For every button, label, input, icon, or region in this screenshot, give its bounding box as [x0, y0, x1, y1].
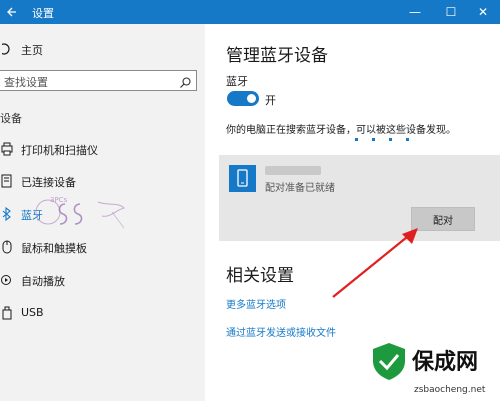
gear-icon	[0, 40, 14, 58]
sidebar-item-label: 自动播放	[21, 275, 65, 288]
phone-icon	[229, 165, 256, 192]
sidebar: 主页 查找设置 设备 打印机和扫描仪 已连接设备 蓝牙 鼠标和触摸板 自动播放 …	[0, 24, 205, 401]
sidebar-home[interactable]: 主页	[0, 40, 200, 58]
scanning-progress-dots	[355, 138, 425, 144]
sidebar-home-label: 主页	[21, 44, 43, 57]
device-status: 配对准备已就绪	[265, 183, 335, 194]
link-send-receive-files[interactable]: 通过蓝牙发送或接收文件	[226, 324, 336, 339]
sidebar-item-printers[interactable]: 打印机和扫描仪	[0, 137, 205, 161]
watermark-url: zsbaocheng.net	[414, 385, 486, 395]
maximize-button[interactable]: ☐	[434, 0, 468, 24]
watermark-text: 3PCs	[50, 196, 68, 204]
close-button[interactable]: ✕	[466, 0, 500, 24]
watermark-logo: 3PCs	[20, 192, 140, 234]
pair-button[interactable]: 配对	[411, 207, 475, 231]
minimize-button[interactable]: —	[398, 0, 432, 24]
page-title: 管理蓝牙设备	[226, 46, 328, 66]
sidebar-item-autoplay[interactable]: 自动播放	[0, 268, 205, 292]
search-placeholder: 查找设置	[4, 76, 48, 89]
link-more-bluetooth-options[interactable]: 更多蓝牙选项	[226, 296, 286, 311]
search-input[interactable]: 查找设置	[0, 70, 197, 91]
toggle-state-label: 开	[265, 94, 276, 107]
bluetooth-label: 蓝牙	[226, 75, 248, 88]
toggle-knob	[247, 94, 256, 103]
sidebar-item-usb[interactable]: USB	[0, 301, 205, 325]
sidebar-item-label: 打印机和扫描仪	[21, 144, 98, 157]
usb-icon	[0, 305, 14, 321]
sidebar-item-label: 鼠标和触摸板	[21, 242, 87, 255]
connected-devices-icon	[0, 173, 14, 189]
title-bar: 设置 — ☐ ✕	[0, 0, 500, 24]
related-settings-title: 相关设置	[226, 266, 294, 286]
sidebar-item-mouse[interactable]: 鼠标和触摸板	[0, 235, 205, 259]
printer-icon	[0, 141, 14, 157]
device-name-blurred	[265, 166, 321, 175]
mouse-icon	[0, 239, 14, 255]
scan-status-text: 你的电脑正在搜索蓝牙设备，可以被这些设备发现。	[226, 125, 456, 136]
sidebar-item-label: USB	[21, 306, 44, 319]
bluetooth-toggle[interactable]	[227, 91, 259, 106]
search-icon[interactable]	[179, 74, 192, 88]
annotation-arrow-icon	[332, 228, 418, 298]
watermark-badge: 保成网 zsbaocheng.net	[368, 340, 500, 401]
section-label-devices: 设备	[0, 112, 22, 125]
sidebar-item-label: 已连接设备	[21, 176, 76, 189]
bluetooth-icon	[0, 206, 14, 222]
window-title: 设置	[32, 7, 54, 20]
watermark-brand: 保成网	[412, 350, 479, 375]
back-arrow-icon[interactable]	[0, 0, 24, 24]
shield-logo-icon	[368, 340, 410, 382]
autoplay-icon	[0, 272, 14, 288]
sidebar-item-connected-devices[interactable]: 已连接设备	[0, 169, 205, 193]
